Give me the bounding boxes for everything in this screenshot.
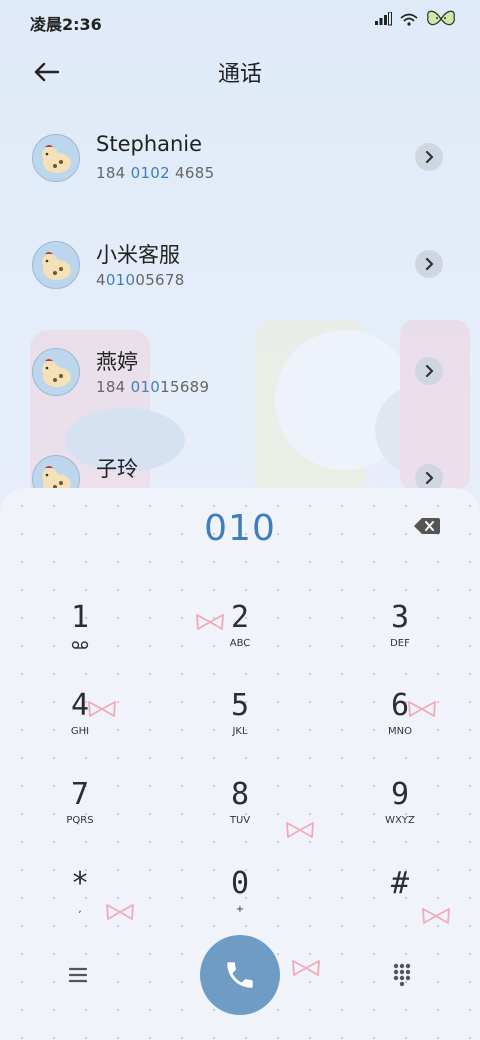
key-letters: MNO bbox=[388, 726, 412, 737]
contact-detail-button[interactable] bbox=[415, 250, 443, 278]
avatar bbox=[32, 241, 80, 289]
contact-number: 401005678 bbox=[96, 271, 185, 289]
key-4[interactable]: 4 GHI bbox=[20, 688, 140, 768]
dog-avatar-icon bbox=[42, 252, 71, 280]
menu-button[interactable] bbox=[62, 963, 94, 987]
chevron-right-icon bbox=[425, 472, 434, 484]
contact-name: Stephanie bbox=[96, 132, 203, 156]
page-title: 通话 bbox=[217, 62, 262, 87]
key-letters: DEF bbox=[390, 638, 410, 649]
key-7[interactable]: 7 PQRS bbox=[20, 777, 140, 857]
list-item[interactable]: 子玲 bbox=[0, 431, 480, 490]
key-digit: # bbox=[390, 866, 410, 901]
key-letters: + bbox=[235, 904, 245, 915]
contact-name: 小米客服 bbox=[96, 243, 180, 267]
chevron-right-icon bbox=[425, 365, 434, 377]
key-8[interactable]: 8 TUV bbox=[180, 777, 300, 857]
avatar bbox=[32, 348, 80, 396]
key-digit: 1 bbox=[70, 600, 90, 635]
battery-icon bbox=[427, 10, 455, 26]
voicemail-icon bbox=[71, 641, 89, 649]
key-letters: GHI bbox=[70, 726, 90, 737]
chevron-right-icon bbox=[425, 151, 434, 163]
bottom-action-bar bbox=[0, 935, 480, 1015]
contact-list: Stephanie 184 0102 4685 小米客服 401005678 燕… bbox=[0, 110, 480, 490]
bow-decoration-icon bbox=[408, 701, 436, 717]
avatar bbox=[32, 455, 80, 490]
key-digit: 0 bbox=[230, 866, 250, 901]
contact-name: 子玲 bbox=[96, 457, 138, 481]
key-3[interactable]: 3 DEF bbox=[340, 600, 460, 680]
backspace-icon bbox=[414, 518, 440, 534]
key-digit: 2 bbox=[230, 600, 250, 635]
bow-decoration-icon bbox=[286, 822, 314, 838]
wifi-icon bbox=[400, 13, 418, 26]
key-0[interactable]: 0 + bbox=[180, 866, 300, 946]
status-time: 凌晨2:36 bbox=[30, 15, 102, 34]
dog-avatar-icon bbox=[42, 466, 71, 490]
key-letters: JKL bbox=[232, 726, 248, 737]
contact-number: 184 0102 4685 bbox=[96, 164, 215, 182]
key-5[interactable]: 5 JKL bbox=[180, 688, 300, 768]
bow-decoration-icon bbox=[422, 908, 450, 924]
contact-number: 184 01015689 bbox=[96, 378, 210, 396]
bow-decoration-icon bbox=[88, 701, 116, 717]
dog-avatar-icon bbox=[42, 145, 71, 173]
list-item[interactable]: Stephanie 184 0102 4685 bbox=[0, 110, 480, 190]
chevron-right-icon bbox=[425, 258, 434, 270]
key-letters: WXYZ bbox=[385, 815, 415, 826]
signal-icon bbox=[375, 12, 392, 26]
call-button[interactable] bbox=[200, 935, 280, 1015]
key-digit: * bbox=[70, 866, 90, 901]
bow-decoration-icon bbox=[106, 904, 134, 920]
avatar bbox=[32, 134, 80, 182]
dialpad-icon bbox=[393, 963, 411, 987]
bow-decoration-icon bbox=[196, 614, 224, 630]
backspace-button[interactable] bbox=[413, 516, 441, 536]
key-letters: ABC bbox=[229, 638, 251, 649]
status-bar: 凌晨2:36 bbox=[0, 0, 480, 44]
key-digit: 8 bbox=[230, 777, 250, 812]
list-item[interactable]: 小米客服 401005678 bbox=[0, 217, 480, 297]
key-digit: 5 bbox=[230, 688, 250, 723]
phone-icon bbox=[227, 962, 253, 988]
menu-icon bbox=[68, 967, 88, 983]
key-digit: 9 bbox=[390, 777, 410, 812]
dog-avatar-icon bbox=[42, 359, 71, 387]
key-letters: , bbox=[78, 904, 82, 915]
contact-detail-button[interactable] bbox=[415, 143, 443, 171]
status-icons bbox=[374, 8, 456, 30]
contact-detail-button[interactable] bbox=[415, 464, 443, 490]
dialed-number[interactable]: 010 bbox=[0, 508, 480, 549]
key-digit: 3 bbox=[390, 600, 410, 635]
key-letters: PQRS bbox=[66, 815, 94, 826]
header: 通话 bbox=[0, 44, 480, 100]
key-digit: 7 bbox=[70, 777, 90, 812]
key-9[interactable]: 9 WXYZ bbox=[340, 777, 460, 857]
contact-name: 燕婷 bbox=[96, 350, 138, 374]
key-letters: TUV bbox=[229, 815, 251, 826]
key-1[interactable]: 1 bbox=[20, 600, 140, 680]
key-6[interactable]: 6 MNO bbox=[340, 688, 460, 768]
dialpad-toggle-button[interactable] bbox=[388, 961, 416, 989]
list-item[interactable]: 燕婷 184 01015689 bbox=[0, 324, 480, 404]
contact-detail-button[interactable] bbox=[415, 357, 443, 385]
